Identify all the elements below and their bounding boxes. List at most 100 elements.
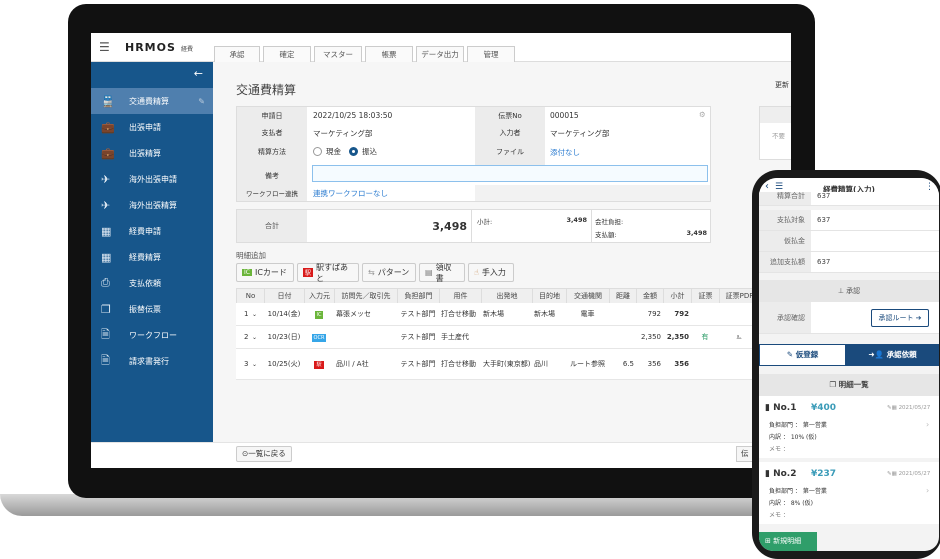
tab-data-export[interactable]: データ出力 [416, 46, 464, 62]
new-detail-button[interactable]: ⊞ 新規明細 [759, 532, 817, 551]
radio-cash-label: 現金 [326, 147, 341, 156]
column-header[interactable]: 負担部門 [397, 289, 439, 303]
manual-input-button[interactable]: ☝ 手入力 [468, 263, 514, 282]
item-memo: メモ ： [769, 446, 789, 453]
column-header[interactable]: 距離 [609, 289, 636, 303]
back-to-list-button[interactable]: ⊙一覧に戻る [236, 446, 292, 462]
attach-icon: ✎▦ [887, 405, 899, 411]
table-row[interactable]: 2 ⌄ 10/23(日) OCR テスト部門 手土産代 2,350 2,350 有 ⎁ [236, 326, 791, 349]
draft-button[interactable]: ✎ 仮登録 [759, 344, 846, 366]
side-panel-value: 不要 [772, 132, 785, 140]
sidebar-item-label: 支払依頼 [129, 278, 161, 288]
column-header[interactable]: 出発地 [481, 289, 532, 303]
sidebar-item-transfer[interactable]: ❐ 振替伝票 [91, 296, 213, 322]
cell-subtotal: 792 [674, 310, 689, 318]
sidebar-item-trip-settle[interactable]: 💼 出張精算 [91, 140, 213, 166]
tab-confirm[interactable]: 確定 [263, 46, 311, 62]
sidebar-item-overseas-request[interactable]: ✈ 海外出張申請 [91, 166, 213, 192]
item-date: ✎▦ 2021/05/27 [887, 405, 930, 411]
edit-icon[interactable]: ✎ [198, 97, 205, 106]
sidebar-item-overseas-settle[interactable]: ✈ 海外出張精算 [91, 192, 213, 218]
cell-date: 10/25(火) [267, 360, 301, 368]
train-icon: 🚆 [101, 94, 115, 108]
chevron-down-icon[interactable]: ⌄ [252, 303, 257, 326]
button-label: 一覧に戻る [248, 449, 286, 458]
inputter-value: マーケティング部 [550, 129, 610, 138]
sidebar-item-expense-request[interactable]: ▦ 経費申請 [91, 218, 213, 244]
sidebar-item-label: 出張精算 [129, 148, 161, 158]
cell-distance [611, 326, 634, 349]
detail-list-label: 明細一覧 [838, 380, 869, 389]
ic-card-button[interactable]: IC ICカード [236, 263, 294, 282]
sidebar-item-workflow[interactable]: 🗎 ワークフロー [91, 322, 213, 348]
tab-master[interactable]: マスター [314, 46, 362, 62]
sidebar-item-expense-settle[interactable]: ▦ 経費精算 [91, 244, 213, 270]
column-header[interactable]: 小計 [663, 289, 691, 303]
column-header[interactable]: 目的地 [532, 289, 566, 303]
column-header[interactable]: No [236, 289, 264, 303]
hand-icon: ☝ [474, 268, 479, 277]
sidebar-item-trip-request[interactable]: 💼 出張申請 [91, 114, 213, 140]
column-header[interactable]: 交通機関 [566, 289, 609, 303]
column-header[interactable]: 金額 [636, 289, 663, 303]
column-header[interactable]: 訪問先／取引先 [334, 289, 397, 303]
ic-card-icon: IC [242, 269, 252, 276]
hamburger-icon[interactable]: ☰ [99, 40, 110, 54]
gear-icon[interactable]: ⚙ [699, 110, 706, 119]
more-icon[interactable]: ⋮ [925, 182, 934, 192]
cell-dept: テスト部門 [400, 360, 436, 368]
date-value: 2022/10/25 18:03:50 [313, 111, 393, 120]
request-approval-button[interactable]: ➜👤 承認依頼 [846, 344, 939, 366]
chevron-right-icon: › [926, 486, 930, 495]
ekispert-button[interactable]: 駅駅すぱあと [297, 263, 359, 283]
column-header[interactable]: 用件 [439, 289, 481, 303]
item-detail: 内訳 ： 10% (仮) [769, 434, 817, 441]
plus-icon: ⊞ [765, 537, 774, 545]
note-label: 備考 [265, 172, 279, 180]
chevron-right-icon: › [926, 420, 930, 429]
sidebar-item-transport[interactable]: 🚆 交通費精算 ✎ [91, 88, 213, 114]
detail-item[interactable]: ▮ No.1 ¥400 ✎▦ 2021/05/27 負担部門 ： 第一営業 内訳… [759, 396, 939, 458]
column-header[interactable]: 日付 [264, 289, 304, 303]
inputter-label: 入力者 [499, 129, 521, 137]
cell-visit: 幕張メッセ [336, 310, 371, 318]
file-link[interactable]: 添付なし [550, 147, 580, 158]
approval-route-button[interactable]: 承認ルート ➔ [871, 309, 929, 327]
logo: HRMOS [125, 41, 176, 54]
sidebar-item-payment[interactable]: ⎙ 支払依頼 [91, 270, 213, 296]
workflow-link[interactable]: 連携ワークフローなし [313, 188, 388, 199]
tab-approval[interactable]: 承認 [214, 46, 260, 62]
chevron-down-icon[interactable]: ⌄ [252, 326, 257, 349]
slip-value: 000015 [550, 111, 579, 120]
sidebar-item-label: 経費申請 [129, 226, 161, 236]
pay-value: 3,498 [686, 229, 707, 237]
item-no: ▮ No.1 [765, 403, 797, 413]
row-key: 仮払金 [759, 231, 811, 251]
table-row[interactable]: 1 ⌄ 10/14(金) IC 幕張メッセ テスト部門 打合せ移動 新木場 新木場 電車 792 79… [236, 303, 791, 326]
button-label: 承認ルート [878, 314, 914, 322]
radio-cash[interactable] [313, 147, 322, 156]
table-row[interactable]: 3 ⌄ 10/25(火) 駅 品川 / A社 テスト部門 打合せ移動 大手町(東京都) 品川 ルー… [236, 349, 791, 380]
detail-item[interactable]: ▮ No.2 ¥237 ✎▦ 2021/05/27 負担部門 ： 第一営業 内訳… [759, 462, 939, 524]
sidebar-item-invoice[interactable]: 🗎 請求書発行 [91, 348, 213, 374]
chevron-down-icon[interactable]: ⌄ [252, 349, 257, 380]
collapse-arrow-icon[interactable]: ← [194, 67, 203, 80]
cell-to: 新木場 [534, 310, 555, 318]
page-title: 交通費精算 [236, 83, 297, 97]
detail-list-header: ❐ 明細一覧 [759, 374, 939, 396]
app-header: ☰ HRMOS 経費 承認 確定 マスター 帳票 データ出力 管理 [91, 33, 791, 62]
receipt-button[interactable]: ▤ 領収書 [419, 263, 465, 283]
tab-forms[interactable]: 帳票 [365, 46, 413, 62]
document-icon: 🗎 [101, 327, 110, 341]
date-label: 申請日 [261, 112, 283, 120]
sidebar-item-label: 請求書発行 [129, 356, 169, 366]
column-header[interactable]: 証票 [691, 289, 719, 303]
button-label: 手入力 [481, 268, 506, 277]
cell-to [534, 326, 564, 349]
pattern-button[interactable]: ⇆ パターン [362, 263, 416, 282]
tab-admin[interactable]: 管理 [467, 46, 515, 62]
button-label: 新規明細 [773, 537, 802, 545]
radio-transfer[interactable] [349, 147, 358, 156]
note-input[interactable] [312, 165, 708, 182]
column-header[interactable]: 入力元 [304, 289, 334, 303]
